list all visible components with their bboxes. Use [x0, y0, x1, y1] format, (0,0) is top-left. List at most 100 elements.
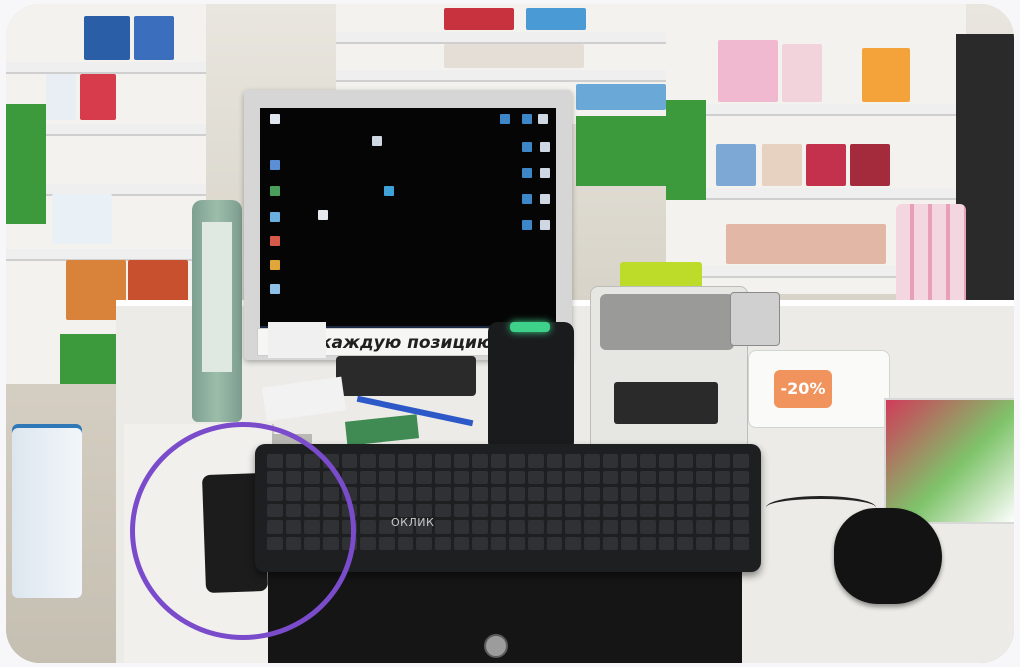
keyboard-key[interactable]: [602, 503, 619, 517]
keyboard-key[interactable]: [565, 487, 582, 501]
keyboard-key[interactable]: [472, 470, 488, 484]
keyboard-key[interactable]: [714, 470, 731, 484]
keyboard-key[interactable]: [696, 520, 712, 534]
keyboard-key[interactable]: [453, 470, 470, 484]
keyboard-key[interactable]: [565, 503, 582, 517]
keyboard-key[interactable]: [416, 536, 432, 550]
keyboard-key[interactable]: [509, 487, 526, 501]
keyboard-key[interactable]: [416, 470, 432, 484]
keyboard-key[interactable]: [490, 470, 507, 484]
keyboard-key[interactable]: [733, 470, 749, 484]
keyboard-key[interactable]: [714, 503, 731, 517]
app-icon[interactable]: [270, 284, 280, 294]
desktop-screen[interactable]: [260, 108, 556, 336]
keyboard-key[interactable]: [677, 487, 694, 501]
keyboard-key[interactable]: [621, 470, 638, 484]
keyboard-key[interactable]: [434, 487, 451, 501]
keyboard-key[interactable]: [584, 503, 600, 517]
keyboard-key[interactable]: [696, 536, 712, 550]
keyboard-key[interactable]: [397, 503, 414, 517]
app-icon[interactable]: [522, 168, 532, 178]
keyboard-key[interactable]: [397, 454, 414, 468]
keyboard-key[interactable]: [640, 536, 656, 550]
keyboard-key[interactable]: [658, 520, 675, 534]
keyboard-key[interactable]: [546, 503, 563, 517]
keyboard-key[interactable]: [696, 470, 712, 484]
folder-icon[interactable]: [372, 136, 382, 146]
keyboard-key[interactable]: [584, 454, 600, 468]
keyboard-key[interactable]: [640, 470, 656, 484]
keyboard-key[interactable]: [528, 503, 544, 517]
keyboard-key[interactable]: [640, 487, 656, 501]
keyboard-key[interactable]: [714, 487, 731, 501]
keyboard-key[interactable]: [677, 520, 694, 534]
keyboard-key[interactable]: [621, 487, 638, 501]
keyboard-key[interactable]: [696, 503, 712, 517]
keyboard-key[interactable]: [621, 536, 638, 550]
keyboard-key[interactable]: [378, 487, 395, 501]
keyboard-key[interactable]: [360, 503, 376, 517]
keyboard-key[interactable]: [472, 520, 488, 534]
keyboard-key[interactable]: [360, 454, 376, 468]
keyboard-key[interactable]: [434, 503, 451, 517]
keyboard-key[interactable]: [378, 454, 395, 468]
keyboard-key[interactable]: [509, 454, 526, 468]
app-icon[interactable]: [522, 114, 532, 124]
keyboard-key[interactable]: [733, 454, 749, 468]
keyboard-key[interactable]: [490, 503, 507, 517]
keyboard-key[interactable]: [378, 536, 395, 550]
keyboard-key[interactable]: [360, 487, 376, 501]
keyboard-key[interactable]: [434, 520, 451, 534]
keyboard-key[interactable]: [677, 536, 694, 550]
app-icon[interactable]: [270, 236, 280, 246]
keyboard-key[interactable]: [453, 503, 470, 517]
keyboard-key[interactable]: [565, 536, 582, 550]
keyboard-key[interactable]: [584, 470, 600, 484]
file-icon[interactable]: [270, 114, 280, 124]
keyboard-key[interactable]: [565, 470, 582, 484]
keyboard-key[interactable]: [677, 454, 694, 468]
keyboard-key[interactable]: [397, 536, 414, 550]
keyboard-key[interactable]: [733, 487, 749, 501]
app-icon[interactable]: [540, 142, 550, 152]
app-icon[interactable]: [522, 142, 532, 152]
keyboard-key[interactable]: [677, 470, 694, 484]
keyboard-key[interactable]: [546, 470, 563, 484]
keyboard-key[interactable]: [621, 520, 638, 534]
keyboard-key[interactable]: [640, 520, 656, 534]
keyboard-key[interactable]: [416, 454, 432, 468]
keyboard-key[interactable]: [378, 503, 395, 517]
keyboard-key[interactable]: [714, 520, 731, 534]
keyboard-key[interactable]: [472, 503, 488, 517]
app-icon[interactable]: [384, 186, 394, 196]
keyboard-key[interactable]: [714, 454, 731, 468]
keyboard-key[interactable]: [528, 470, 544, 484]
keyboard-key[interactable]: [490, 536, 507, 550]
keyboard-key[interactable]: [472, 487, 488, 501]
keyboard-key[interactable]: [584, 487, 600, 501]
card-terminal[interactable]: [730, 292, 780, 346]
keyboard-key[interactable]: [434, 454, 451, 468]
app-icon[interactable]: [540, 194, 550, 204]
app-icon[interactable]: [270, 212, 280, 222]
keyboard-key[interactable]: [416, 503, 432, 517]
keyboard-key[interactable]: [490, 454, 507, 468]
keyboard-key[interactable]: [733, 536, 749, 550]
keyboard-key[interactable]: [453, 536, 470, 550]
keyboard-key[interactable]: [621, 454, 638, 468]
keyboard-key[interactable]: [584, 536, 600, 550]
keyboard-key[interactable]: [696, 487, 712, 501]
keyboard-key[interactable]: [602, 536, 619, 550]
app-icon[interactable]: [540, 220, 550, 230]
keyboard-key[interactable]: [378, 470, 395, 484]
keyboard-key[interactable]: [360, 470, 376, 484]
keyboard-key[interactable]: [658, 487, 675, 501]
keyboard-key[interactable]: [490, 520, 507, 534]
keyboard-key[interactable]: [341, 454, 358, 468]
app-icon[interactable]: [270, 260, 280, 270]
keyboard-key[interactable]: [602, 454, 619, 468]
keyboard-key[interactable]: [677, 503, 694, 517]
keyboard-key[interactable]: [434, 470, 451, 484]
keyboard-key[interactable]: [640, 454, 656, 468]
keyboard-key[interactable]: [602, 487, 619, 501]
